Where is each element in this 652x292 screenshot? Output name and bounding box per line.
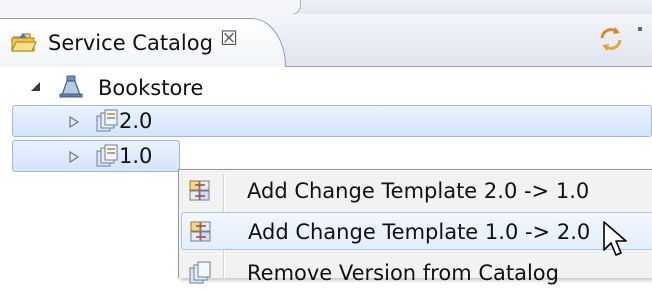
server-icon [59,75,83,98]
sync-icon[interactable] [596,24,626,54]
catalog-folder-icon [11,33,37,52]
tree-row-bookstore[interactable]: Bookstore [0,71,652,105]
expanded-arrow-icon[interactable] [30,81,42,93]
menu-item-remove-version[interactable]: Remove Version from Catalog [181,254,652,292]
menu-item-label: Add Change Template 2.0 -> 1.0 [247,179,590,203]
menu-item-label: Add Change Template 1.0 -> 2.0 [248,220,591,244]
menu-item-add-change-template-2-to-1[interactable]: Add Change Template 2.0 -> 1.0 [181,172,652,210]
mouse-pointer-icon [603,221,627,256]
versions-icon [96,109,118,132]
tree-label-bookstore: Bookstore [98,76,204,100]
change-template-icon [189,180,210,201]
window-chrome [0,0,652,15]
tab-service-catalog[interactable]: Service Catalog ☒ [0,18,286,67]
versions-icon [96,144,118,167]
collapsed-arrow-icon[interactable] [69,116,79,128]
close-icon[interactable]: ☒ [218,27,240,49]
window-chrome-edge [0,0,301,15]
collapsed-arrow-icon[interactable] [69,151,79,163]
remove-version-icon [189,261,211,284]
tab-title: Service Catalog [48,31,213,55]
menu-item-label: Remove Version from Catalog [247,261,559,285]
view-menu-dot[interactable] [638,27,642,31]
tree-row-version-1-0[interactable]: 1.0 [12,140,180,172]
view-tab-bar: Service Catalog ☒ [0,14,652,67]
tree-label-version: 2.0 [119,109,153,133]
tree-row-version-2-0[interactable]: 2.0 [12,105,652,137]
menu-item-add-change-template-1-to-2[interactable]: Add Change Template 1.0 -> 2.0 [181,212,652,250]
change-template-icon [190,221,211,242]
context-menu: Add Change Template 2.0 -> 1.0 Add Chang… [178,169,652,285]
tree-label-version: 1.0 [119,144,153,168]
